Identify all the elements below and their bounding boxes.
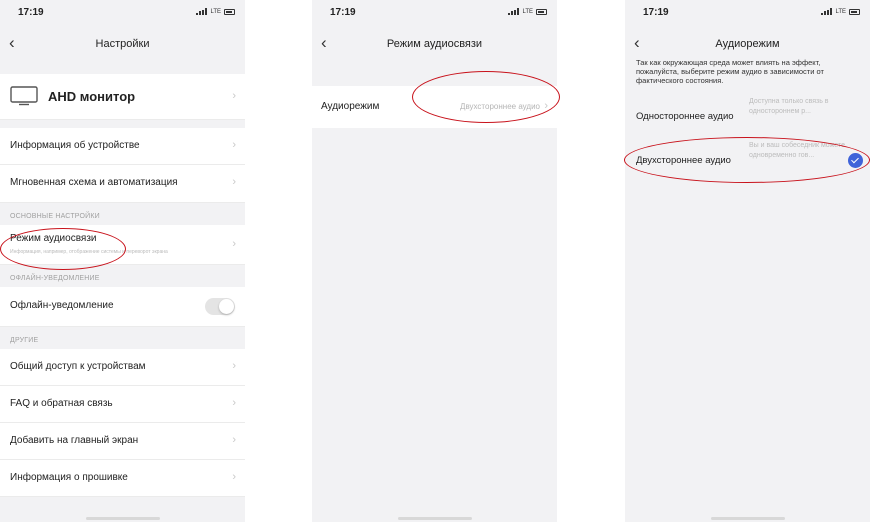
status-bar: 17:19 LTE (312, 0, 557, 24)
settings-screen: 17:19 LTE ‹ Настройки AHD монитор › Инфо… (0, 0, 245, 522)
monitor-icon (10, 86, 38, 106)
page-title: Режим аудиосвязи (386, 38, 483, 50)
chevron-right-icon: › (232, 471, 236, 483)
list-item-faq[interactable]: FAQ и обратная связь › (0, 386, 245, 423)
audio-mode-row[interactable]: Режим аудиосвязи Информация, например, о… (0, 225, 245, 265)
audio-mode-row[interactable]: Аудиорежим Двухстороннее аудио › (312, 86, 557, 128)
status-time: 17:19 (18, 7, 44, 18)
status-bar: 17:19 LTE (0, 0, 245, 24)
section-header-other: ДРУГИЕ (0, 327, 245, 349)
chevron-right-icon: › (232, 238, 236, 250)
section-header-label: ОСНОВНЫЕ НАСТРОЙКИ (10, 213, 100, 220)
section-header-offline: ОФЛАЙН-УВЕДОМЛЕНИЕ (0, 265, 245, 287)
section-header-label: ДРУГИЕ (10, 337, 39, 344)
status-time: 17:19 (643, 7, 669, 18)
home-indicator[interactable] (85, 517, 160, 520)
offline-notification-row: Офлайн-уведомление (0, 287, 245, 327)
selected-check-icon (848, 153, 863, 168)
chevron-right-icon: › (232, 176, 236, 188)
list-item-add-home[interactable]: Добавить на главный экран › (0, 423, 245, 460)
offline-notification-label: Офлайн-уведомление (10, 300, 114, 311)
list-item-label: Мгновенная схема и автоматизация (10, 177, 178, 188)
chevron-right-icon: › (232, 434, 236, 446)
audio-mode-screen: 17:19 LTE ‹ Аудиорежим Так как окружающа… (625, 0, 870, 522)
network-label: LTE (210, 8, 221, 15)
list-item-automation[interactable]: Мгновенная схема и автоматизация › (0, 165, 245, 203)
list-item-device-info[interactable]: Информация об устройстве › (0, 128, 245, 165)
list-item-label: Общий доступ к устройствам (10, 361, 146, 372)
audio-mode-subtitle: Информация, например, отображение систем… (10, 249, 168, 255)
status-bar: 17:19 LTE (625, 0, 870, 24)
audio-mode-value: Двухстороннее аудио (460, 102, 540, 111)
home-indicator[interactable] (710, 517, 785, 520)
option-description: Вы и ваш собеседник можете одновременно … (749, 142, 845, 159)
page-title: Настройки (95, 38, 150, 50)
battery-icon (224, 8, 235, 15)
signal-icon (508, 8, 520, 15)
audio-communication-screen: 17:19 LTE ‹ Режим аудиосвязи Аудиорежим … (312, 0, 557, 522)
list-item-label: Информация об устройстве (10, 140, 140, 151)
section-header-label: ОФЛАЙН-УВЕДОМЛЕНИЕ (10, 275, 100, 282)
option-label: Одностороннее аудио (636, 111, 734, 122)
section-header-basic: ОСНОВНЫЕ НАСТРОЙКИ (0, 203, 245, 225)
info-text: Так как окружающая среда может влиять на… (636, 58, 824, 85)
list-item-label: Добавить на главный экран (10, 435, 139, 446)
chevron-right-icon: › (544, 100, 548, 112)
signal-icon (196, 8, 208, 15)
battery-icon (536, 8, 547, 15)
offline-notification-toggle[interactable] (205, 298, 235, 315)
option-description: Доступна только связь в одностороннем р.… (749, 98, 829, 115)
chevron-right-icon: › (232, 397, 236, 409)
list-item-label: FAQ и обратная связь (10, 398, 113, 409)
chevron-right-icon: › (232, 139, 236, 151)
signal-icon (821, 8, 833, 15)
network-label: LTE (522, 8, 533, 15)
list-item-sharing[interactable]: Общий доступ к устройствам › (0, 349, 245, 386)
battery-icon (849, 8, 860, 15)
device-name: AHD монитор (48, 89, 136, 104)
chevron-right-icon: › (232, 360, 236, 372)
chevron-right-icon: › (232, 90, 236, 102)
status-time: 17:19 (330, 7, 356, 18)
option-one-way-audio[interactable]: Одностороннее аудио Доступна только связ… (625, 96, 870, 140)
audio-mode-label: Режим аудиосвязи (10, 233, 97, 244)
audio-mode-label: Аудиорежим (321, 101, 380, 112)
option-label: Двухстороннее аудио (636, 155, 731, 166)
home-indicator[interactable] (397, 517, 472, 520)
option-two-way-audio[interactable]: Двухстороннее аудио Вы и ваш собеседник … (625, 140, 870, 184)
network-label: LTE (835, 8, 846, 15)
device-row[interactable]: AHD монитор › (0, 74, 245, 120)
list-item-firmware[interactable]: Информация о прошивке › (0, 460, 245, 497)
page-title: Аудиорежим (715, 38, 780, 50)
list-item-label: Информация о прошивке (10, 472, 128, 483)
